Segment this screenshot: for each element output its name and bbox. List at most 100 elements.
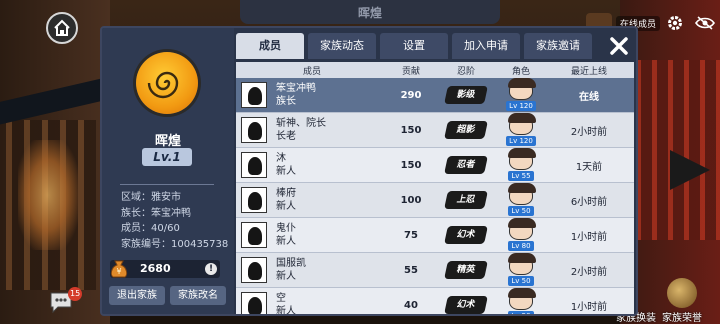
member-last-online: 1小时前	[570, 231, 608, 243]
avatar	[241, 152, 267, 178]
member-role: 新人	[276, 236, 296, 247]
info-icon[interactable]: !	[205, 263, 217, 275]
header-contribution: 贡献	[401, 66, 420, 77]
member-name: 笨宝冲鸭	[276, 83, 316, 94]
ninja-rank-badge: 忍者	[444, 156, 488, 174]
member-role: 新人	[276, 166, 296, 177]
exit-family-button[interactable]: 退出家族	[109, 286, 165, 305]
header-ninja-rank: 忍阶	[456, 66, 475, 77]
member-last-online: 1天前	[575, 161, 603, 173]
home-button[interactable]	[46, 12, 78, 44]
home-icon	[54, 19, 70, 36]
member-name: 棒府	[276, 188, 296, 199]
background-title: 晖煌	[357, 6, 382, 20]
member-last-online: 2小时前	[570, 126, 608, 138]
rename-family-button[interactable]: 家族改名	[170, 286, 226, 305]
member-last-online: 在线	[579, 91, 599, 103]
member-avatar[interactable]	[236, 292, 272, 314]
honor-icon	[667, 278, 697, 308]
character-portrait	[508, 217, 536, 240]
member-avatar[interactable]	[236, 152, 272, 178]
close-button[interactable]	[607, 34, 631, 58]
member-last-online: 6小时前	[570, 196, 608, 208]
member-name-cell: 斩神、院长 长老	[272, 117, 388, 143]
member-name: 鬼仆	[276, 223, 296, 234]
member-name-cell: 鬼仆 新人	[272, 222, 388, 248]
member-contribution: 290	[400, 89, 422, 101]
member-rank-cell: 上忍	[434, 191, 498, 209]
character-portrait	[508, 252, 536, 275]
character-portrait	[508, 147, 536, 170]
header-character: 角色	[511, 66, 530, 77]
family-honor-label: 家族荣誉	[662, 313, 702, 324]
member-contribution: 40	[404, 299, 418, 311]
member-avatar[interactable]	[236, 222, 272, 248]
background-title-bar: 晖煌	[240, 0, 500, 24]
character-level: Lv 120	[506, 135, 536, 146]
family-level-badge: Lv.1	[142, 148, 192, 166]
tab-family-news[interactable]: 家族动态	[308, 33, 376, 59]
member-name: 空	[276, 293, 286, 304]
sidebar-divider	[120, 184, 214, 185]
family-emblem	[136, 52, 198, 114]
ninja-rank-badge: 精英	[444, 261, 488, 279]
character-level: Lv 50	[508, 275, 534, 286]
table-row[interactable]: 沐新人 150 忍者 Lv 55 1天前	[236, 147, 634, 183]
family-region: 区域：雅安市	[121, 192, 181, 203]
table-row[interactable]: 鬼仆 新人 75 幻术 Lv 80 1小时前	[236, 217, 634, 253]
tab-family-invites[interactable]: 家族邀请	[524, 33, 592, 59]
member-rank-cell: 忍者	[434, 156, 498, 174]
member-avatar[interactable]	[236, 117, 272, 143]
member-rank-cell: 影级	[434, 86, 498, 104]
member-role: 族长	[276, 96, 296, 107]
eye-icon	[695, 16, 715, 30]
member-last-online: 2小时前	[570, 266, 608, 278]
member-character-cell: Lv 50	[498, 252, 544, 286]
money-bag-icon: ¥	[110, 260, 128, 278]
settings-button[interactable]	[660, 8, 690, 38]
ninja-rank-badge: 幻术	[444, 226, 488, 244]
member-role: 新人	[276, 306, 296, 316]
table-row[interactable]: 斩神、院长长老 150 超影 Lv 120 2小时前	[236, 112, 634, 148]
family-honor-button[interactable]: 家族荣誉	[662, 278, 702, 324]
family-info-sidebar: 晖煌 Lv.1 区域：雅安市 族长：笨宝冲鸭 成员：40/60 家族编号：100…	[102, 28, 234, 314]
member-avatar[interactable]	[236, 257, 272, 283]
table-row[interactable]: 笨宝冲鸭 族长 290 影级 Lv 120 在线	[236, 77, 634, 113]
member-contribution: 100	[400, 194, 422, 206]
table-row[interactable]: 棒府 新人 100 上忍 Lv 50 6小时前	[236, 182, 634, 218]
tab-bar: 成员 家族动态 设置 加入申请 家族邀请	[236, 33, 596, 61]
member-contribution: 75	[404, 229, 418, 241]
member-role: 长老	[276, 131, 296, 142]
member-avatar[interactable]	[236, 82, 272, 108]
character-portrait	[508, 287, 536, 310]
family-panel: 晖煌 Lv.1 区域：雅安市 族长：笨宝冲鸭 成员：40/60 家族编号：100…	[100, 26, 638, 316]
member-contribution: 150	[400, 124, 422, 136]
family-name: 晖煌	[154, 134, 181, 149]
table-header: 成员 贡献 忍阶 角色 最近上线	[236, 62, 634, 78]
character-portrait	[508, 182, 536, 205]
table-row[interactable]: 国服凯 新人 55 精英 Lv 50 2小时前	[236, 252, 634, 288]
tab-members[interactable]: 成员	[236, 33, 304, 59]
character-level: Lv 50	[508, 310, 534, 314]
ninja-rank-badge: 超影	[444, 121, 488, 139]
svg-text:¥: ¥	[116, 267, 121, 276]
member-avatar[interactable]	[236, 187, 272, 213]
avatar	[241, 82, 267, 108]
background-lantern	[18, 140, 78, 250]
tab-settings[interactable]: 设置	[380, 33, 448, 59]
member-rank-cell: 幻术	[434, 296, 498, 314]
ninja-rank-badge: 上忍	[444, 191, 488, 209]
family-id: 家族编号：100435738	[121, 238, 229, 250]
table-row[interactable]: 空新人 40 幻术 Lv 50 1小时前	[236, 287, 634, 316]
character-portrait	[508, 112, 536, 135]
family-funds: ¥ 2680 !	[110, 260, 220, 278]
hide-ui-button[interactable]	[690, 8, 720, 38]
member-role: 新人	[276, 201, 296, 212]
character-level: Lv 55	[508, 170, 534, 181]
tab-join-requests[interactable]: 加入申请	[452, 33, 520, 59]
member-name: 国服凯	[276, 258, 306, 269]
member-name: 斩神、院长	[276, 118, 326, 129]
member-character-cell: Lv 120	[498, 112, 544, 146]
member-character-cell: Lv 50	[498, 287, 544, 314]
member-name-cell: 国服凯 新人	[272, 257, 388, 283]
